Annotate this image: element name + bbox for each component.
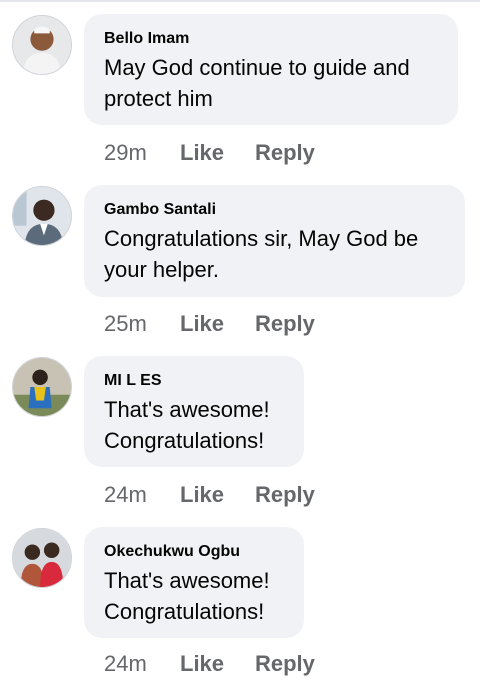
top-divider [0, 0, 480, 2]
comment-actions: 25m Like Reply [104, 311, 315, 337]
like-button[interactable]: Like [180, 482, 255, 508]
comment-author[interactable]: Okechukwu Ogbu [104, 542, 284, 561]
avatar-photo [13, 529, 71, 587]
reply-button[interactable]: Reply [255, 482, 315, 508]
comment-actions: 29m Like Reply [104, 140, 315, 166]
comment: Gambo Santali Congratulations sir, May G… [0, 185, 480, 345]
comment: Okechukwu Ogbu That's awesome! Congratul… [0, 527, 480, 685]
comment-actions: 24m Like Reply [104, 651, 315, 677]
comment-time[interactable]: 24m [104, 482, 180, 508]
avatar[interactable] [12, 528, 72, 588]
comment-bubble: Bello Imam May God continue to guide and… [84, 14, 458, 125]
avatar-photo [13, 16, 71, 74]
comment-author[interactable]: Bello Imam [104, 29, 438, 48]
like-button[interactable]: Like [180, 651, 255, 677]
avatar[interactable] [12, 357, 72, 417]
comment: Bello Imam May God continue to guide and… [0, 14, 480, 174]
comment-text: That's awesome! Congratulations! [104, 397, 270, 453]
reply-button[interactable]: Reply [255, 311, 315, 337]
like-button[interactable]: Like [180, 140, 255, 166]
comment-author[interactable]: Gambo Santali [104, 200, 445, 219]
avatar-photo [13, 358, 71, 416]
comment-text: May God continue to guide and protect hi… [104, 55, 410, 111]
comment-bubble: Gambo Santali Congratulations sir, May G… [84, 185, 465, 297]
comment-bubble: Okechukwu Ogbu That's awesome! Congratul… [84, 527, 304, 638]
comment-time[interactable]: 24m [104, 651, 180, 677]
comment-text: That's awesome! Congratulations! [104, 568, 270, 624]
comment-author[interactable]: MI L ES [104, 371, 284, 390]
reply-button[interactable]: Reply [255, 651, 315, 677]
like-button[interactable]: Like [180, 311, 255, 337]
avatar[interactable] [12, 186, 72, 246]
reply-button[interactable]: Reply [255, 140, 315, 166]
comment-actions: 24m Like Reply [104, 482, 315, 508]
comment: MI L ES That's awesome! Congratulations!… [0, 356, 480, 516]
comment-bubble: MI L ES That's awesome! Congratulations! [84, 356, 304, 467]
comment-time[interactable]: 25m [104, 311, 180, 337]
comment-text: Congratulations sir, May God be your hel… [104, 226, 419, 282]
avatar[interactable] [12, 15, 72, 75]
comment-time[interactable]: 29m [104, 140, 180, 166]
avatar-photo [13, 187, 71, 245]
